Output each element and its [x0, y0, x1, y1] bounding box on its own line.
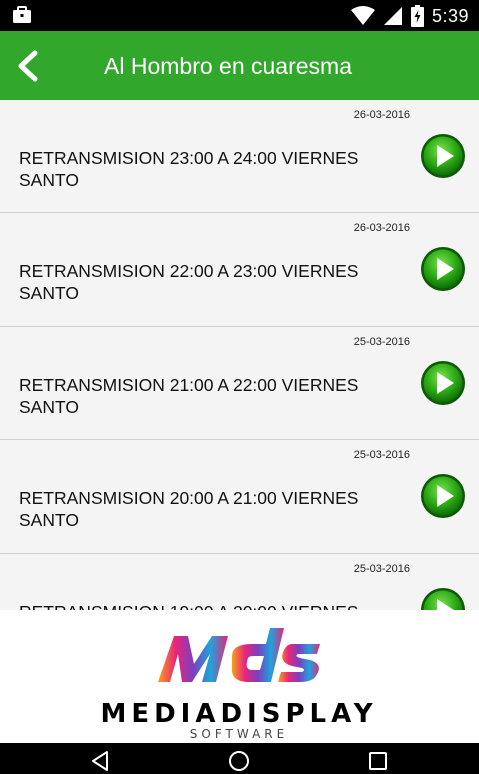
back-chevron-icon[interactable]	[14, 49, 44, 83]
item-date: 25-03-2016	[353, 449, 410, 462]
recents-square-icon[interactable]	[366, 749, 390, 773]
list-item[interactable]: 26-03-2016 RETRANSMISION 23:00 A 24:00 V…	[0, 100, 479, 214]
item-title: RETRANSMISION 20:00 A 21:00 VIERNES SANT…	[19, 488, 359, 531]
status-bar: 5:39	[0, 0, 479, 31]
mediadisplay-logo: MEDIADISPLAY SOFTWARE	[100, 628, 377, 740]
signal-icon	[383, 7, 402, 25]
logo-tagline: SOFTWARE	[190, 727, 288, 740]
list-item[interactable]: 26-03-2016 RETRANSMISION 22:00 A 23:00 V…	[0, 213, 479, 327]
item-date: 26-03-2016	[353, 109, 410, 121]
page-title: Al Hombro en cuaresma	[104, 53, 352, 79]
footer-banner[interactable]: MEDIADISPLAY SOFTWARE	[0, 610, 479, 743]
list-item[interactable]: 25-03-2016 RETRANSMISION 20:00 A 21:00 V…	[0, 440, 479, 554]
item-date: 25-03-2016	[353, 335, 410, 348]
briefcase-icon	[13, 6, 31, 23]
item-title: RETRANSMISION 22:00 A 23:00 VIERNES SANT…	[19, 261, 359, 304]
play-icon[interactable]	[420, 246, 466, 292]
battery-charging-icon	[410, 5, 424, 27]
list-item[interactable]: 25-03-2016 RETRANSMISION 19:00 A 20:00 V…	[0, 553, 479, 610]
system-nav-bar	[0, 743, 479, 774]
logo-name: MEDIADISPLAY	[100, 699, 377, 729]
wifi-icon	[350, 6, 375, 25]
list-item[interactable]: 25-03-2016 RETRANSMISION 21:00 A 22:00 V…	[0, 326, 479, 441]
item-title: RETRANSMISION 21:00 A 22:00 VIERNES SANT…	[19, 374, 359, 417]
app-bar: Al Hombro en cuaresma	[0, 31, 479, 100]
item-title: RETRANSMISION 23:00 A 24:00 VIERNES SANT…	[19, 148, 359, 190]
item-date: 26-03-2016	[353, 222, 410, 235]
play-icon[interactable]	[420, 133, 466, 179]
status-time: 5:39	[431, 5, 469, 26]
home-circle-icon[interactable]	[227, 749, 251, 773]
item-date: 25-03-2016	[353, 562, 410, 575]
broadcast-list[interactable]: 26-03-2016 RETRANSMISION 23:00 A 24:00 V…	[0, 100, 479, 610]
back-triangle-icon[interactable]	[88, 749, 112, 773]
play-icon[interactable]	[420, 473, 466, 519]
play-icon[interactable]	[420, 360, 466, 406]
item-title: RETRANSMISION 19:00 A 20:00 VIERNES SANT…	[19, 601, 379, 610]
play-icon[interactable]	[420, 587, 466, 610]
